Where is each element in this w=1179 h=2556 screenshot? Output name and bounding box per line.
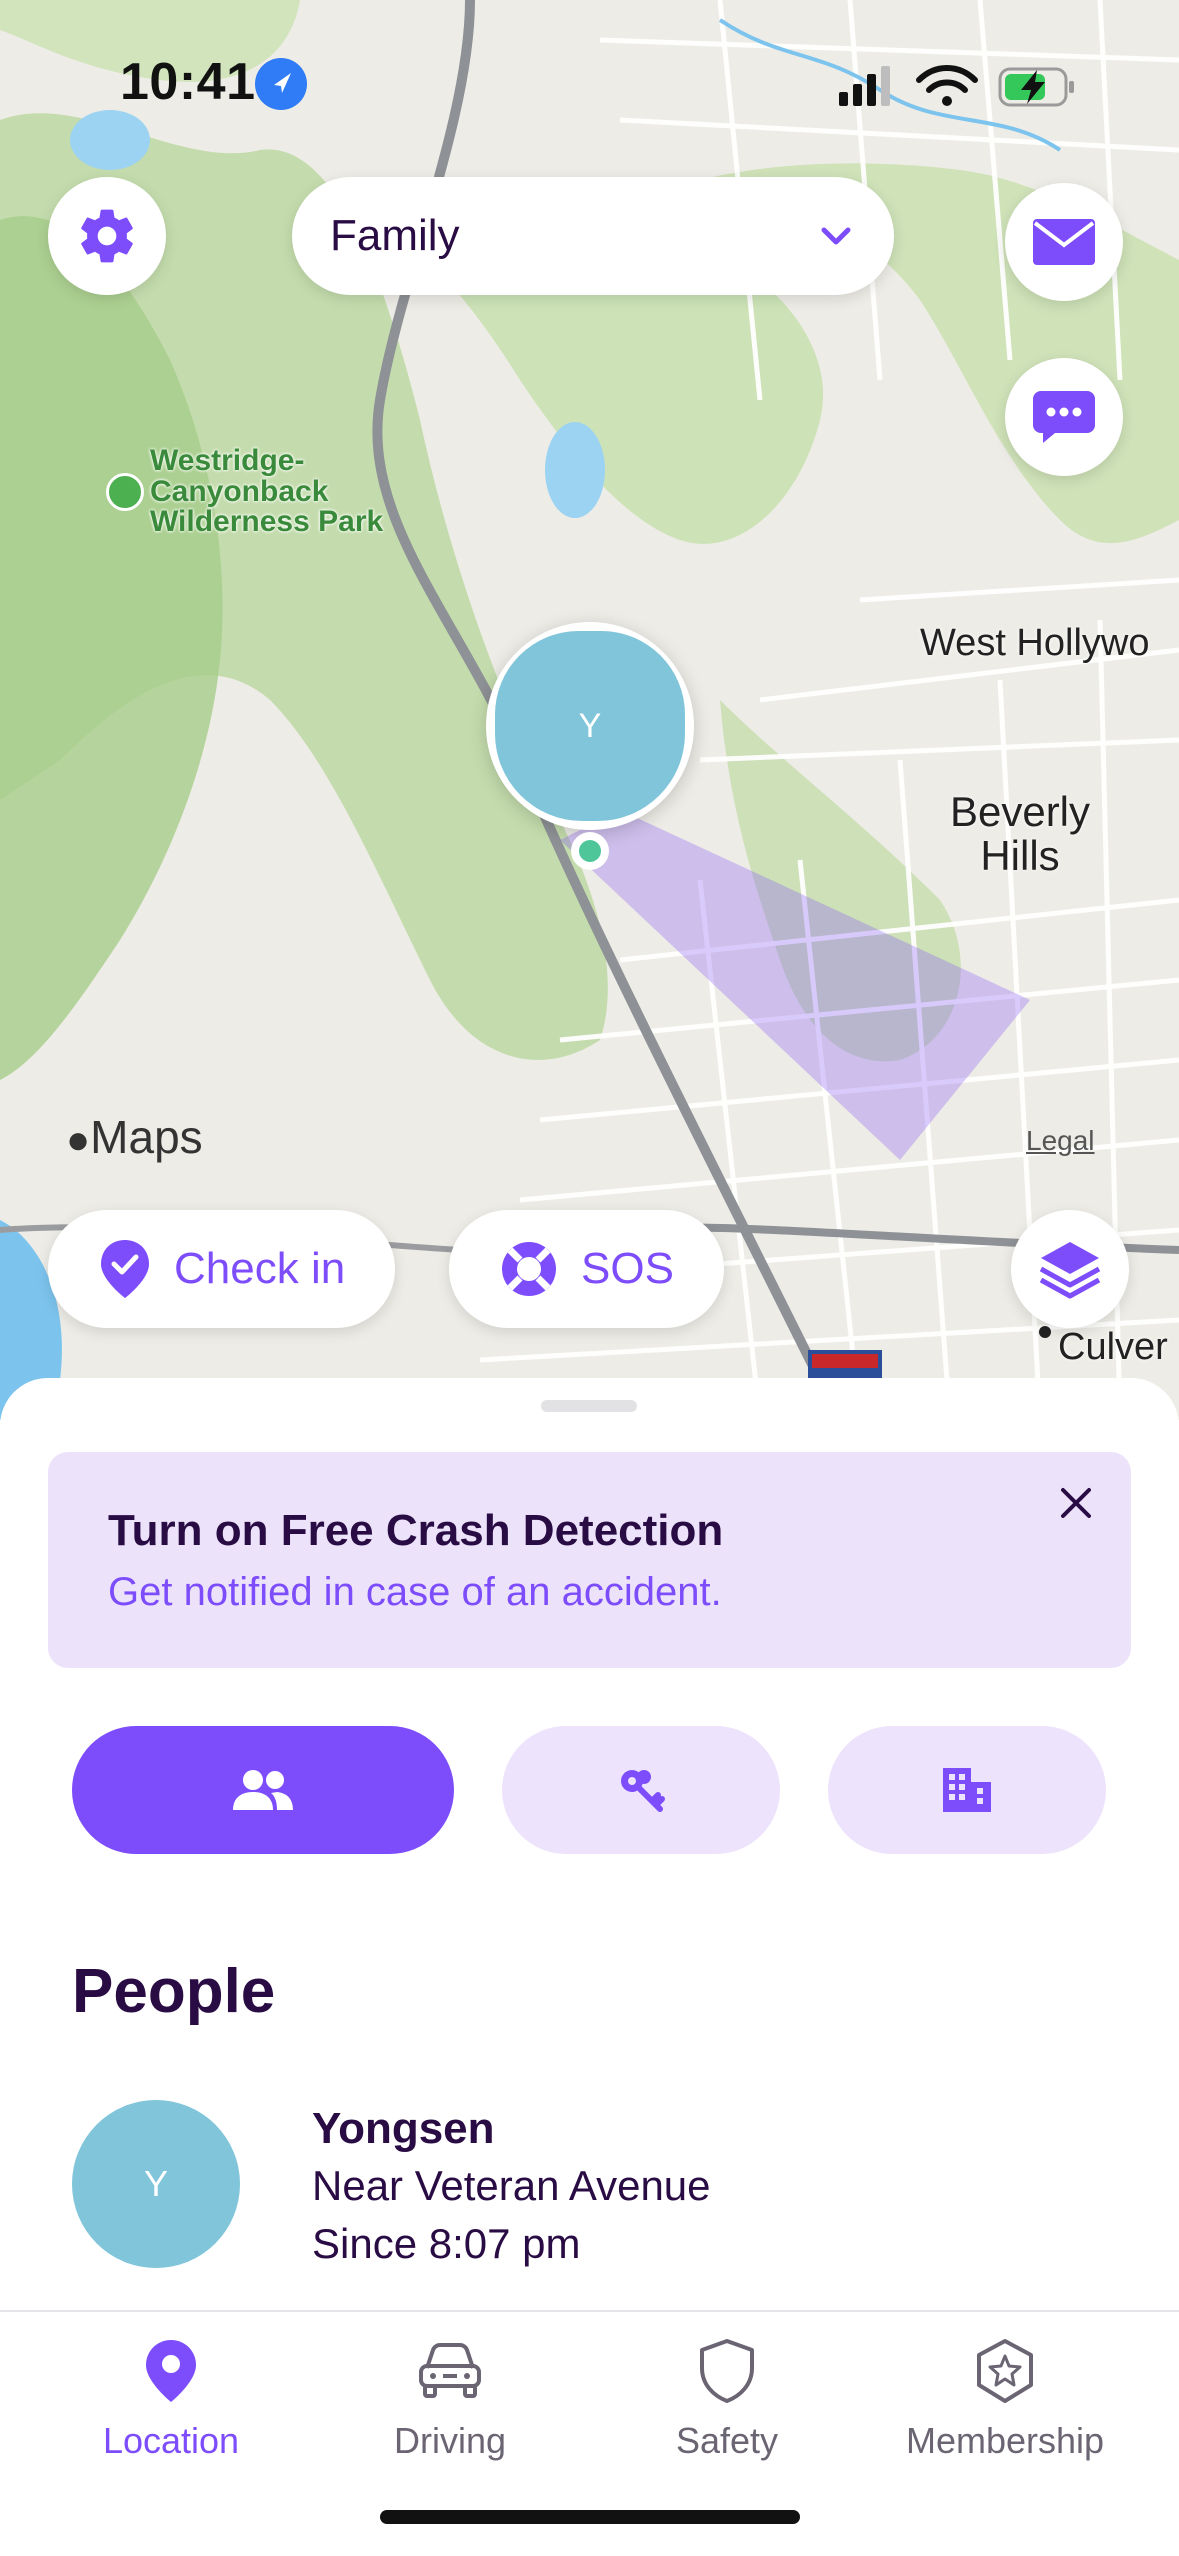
circle-selector[interactable]: Family: [292, 177, 894, 295]
person-list-item[interactable]: Y Yongsen Near Veteran Avenue Since 8:07…: [0, 2092, 1179, 2272]
segment-items[interactable]: [502, 1726, 780, 1854]
circle-name: Family: [330, 211, 460, 260]
envelope-icon: [1033, 219, 1095, 265]
segment-people[interactable]: [72, 1726, 454, 1854]
apple-logo-icon: ●: [66, 1118, 91, 1162]
member-location-dot: [571, 832, 609, 870]
tab-label: Membership: [905, 2420, 1105, 2461]
keys-icon: [621, 1770, 665, 1812]
banner-title: Turn on Free Crash Detection: [108, 1506, 724, 1555]
chat-bubble-icon: [1033, 391, 1095, 443]
messages-button[interactable]: [1005, 183, 1123, 301]
banner-subtitle: Get notified in case of an accident.: [108, 1570, 722, 1614]
check-in-pin-icon: [101, 1240, 149, 1298]
person-since-time: Since 8:07 pm: [312, 2220, 581, 2267]
layers-icon: [1039, 1242, 1101, 1299]
close-icon: [1061, 1488, 1091, 1518]
location-pin-icon: [146, 2340, 196, 2402]
map-view[interactable]: 10:41 Family Westridge- Canyonback Wilde…: [0, 0, 1179, 1420]
membership-badge-icon: [977, 2339, 1033, 2403]
battery-charging-icon: [998, 67, 1074, 107]
location-services-icon: [255, 58, 307, 110]
sheet-grabber[interactable]: [541, 1400, 637, 1412]
gear-icon: [81, 209, 133, 263]
place-label-west-hollywood: West Hollywo: [920, 622, 1150, 664]
tab-label: Driving: [393, 2420, 507, 2461]
member-map-pin[interactable]: Y: [486, 622, 694, 830]
park-label: Westridge- Canyonback Wilderness Park: [150, 444, 384, 539]
chat-button[interactable]: [1005, 358, 1123, 476]
sos-button[interactable]: SOS: [449, 1210, 724, 1328]
place-label-culver: Culver: [1058, 1326, 1168, 1368]
tab-label: Location: [102, 2420, 240, 2461]
check-in-label: Check in: [174, 1244, 346, 1293]
segment-places[interactable]: [828, 1726, 1106, 1854]
person-location: Near Veteran Avenue: [312, 2162, 711, 2209]
chevron-down-icon: [821, 227, 851, 245]
cellular-signal-icon: [839, 66, 890, 106]
legal-link[interactable]: Legal: [1026, 1125, 1095, 1157]
buildings-icon: [943, 1768, 991, 1812]
tab-driving[interactable]: Driving: [305, 2326, 595, 2486]
status-time: 10:41: [120, 53, 256, 111]
person-name: Yongsen: [312, 2104, 495, 2153]
shield-icon: [700, 2339, 754, 2403]
sos-label: SOS: [581, 1244, 674, 1293]
lifebuoy-icon: [502, 1242, 556, 1296]
map-layers-button[interactable]: [1011, 1210, 1129, 1328]
status-icons: [839, 65, 1074, 107]
tab-safety[interactable]: Safety: [582, 2326, 872, 2486]
banner-close-button[interactable]: [1051, 1478, 1101, 1528]
tab-membership[interactable]: Membership: [860, 2326, 1150, 2486]
home-indicator[interactable]: [380, 2510, 800, 2524]
place-label-beverly-hills: Beverly Hills: [949, 788, 1091, 880]
people-icon: [233, 1770, 293, 1810]
park-icon: [106, 473, 144, 511]
crash-detection-banner[interactable]: Turn on Free Crash Detection Get notifie…: [48, 1452, 1131, 1668]
apple-maps-attribution[interactable]: ●Maps: [66, 1110, 203, 1164]
check-in-button[interactable]: Check in: [48, 1210, 396, 1328]
tab-location[interactable]: Location: [26, 2326, 316, 2486]
avatar: Y: [72, 2100, 240, 2268]
people-section-title: People: [72, 1957, 276, 2026]
member-pin-initial: Y: [495, 631, 685, 821]
tab-label: Safety: [675, 2420, 779, 2461]
settings-button[interactable]: [48, 177, 166, 295]
wifi-icon: [916, 65, 978, 106]
car-icon: [419, 2343, 481, 2398]
status-bar: 10:41: [0, 0, 1179, 150]
